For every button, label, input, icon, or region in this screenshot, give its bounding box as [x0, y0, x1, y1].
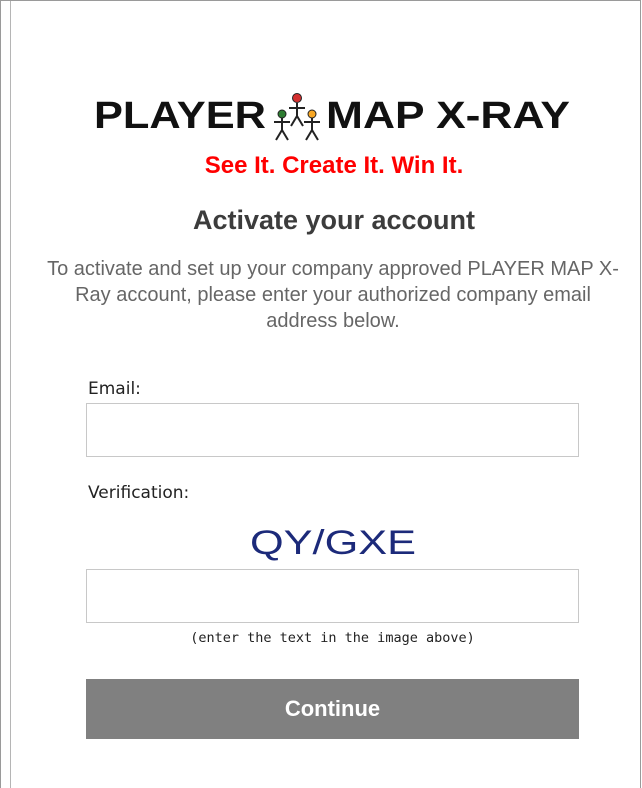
verification-hint: (enter the text in the image above) — [190, 630, 475, 646]
intro-text: To activate and set up your company appr… — [47, 258, 619, 332]
captcha-text: QY/GXE — [250, 524, 416, 562]
player-map-xray-logo: PLAYER MAP X-RAY — [94, 93, 570, 141]
captcha-image: QY/GXE — [250, 524, 416, 562]
continue-button[interactable]: Continue — [86, 679, 579, 739]
verification-field[interactable] — [86, 569, 579, 623]
page-title: Activate your account — [192, 205, 476, 235]
verification-label: Verification: — [88, 483, 190, 503]
tagline: See It. Create It. Win It. — [204, 152, 464, 179]
logo-text-left: PLAYER — [94, 95, 266, 137]
logo-text-right: MAP X-RAY — [326, 95, 570, 137]
email-label: Email: — [88, 379, 141, 399]
players-icon — [274, 93, 320, 141]
panel-divider — [10, 1, 11, 788]
email-field[interactable] — [86, 403, 579, 457]
